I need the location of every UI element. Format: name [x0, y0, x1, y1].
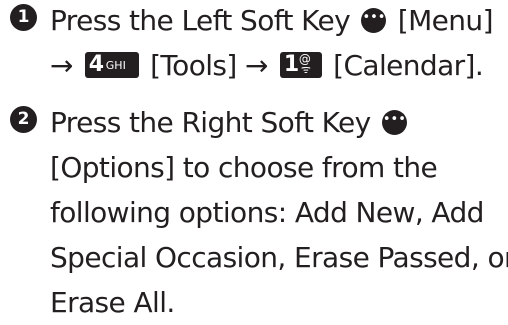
step-1-text: Press the Left Soft Key ••• [Menu] → 4 G…: [50, 0, 506, 88]
step-2-line-5: Erase All.: [50, 286, 175, 319]
step-number-1: 1: [10, 4, 37, 31]
step-2-line-2: [Options] to choose from the: [50, 151, 438, 184]
instruction-page: 1 Press the Left Soft Key ••• [Menu] → 4…: [0, 0, 508, 319]
arrow-icon: →: [245, 49, 269, 82]
step-2-line-3: following options: Add New, Add: [50, 196, 484, 229]
step-2-text: Press the Right Soft Key ••• [Options] t…: [50, 100, 508, 325]
step-2-line-1: Press the Right Soft Key •••: [50, 100, 506, 145]
step-1-press-left-soft-key: Press the Left Soft Key: [50, 4, 351, 37]
step-1-line-2: → 4 GHI [Tools] → 1 @ ᯤ [Calendar].: [50, 43, 506, 88]
menu-label: [Menu]: [397, 4, 494, 37]
tools-label: [Tools]: [150, 49, 237, 82]
left-soft-key-icon: •••: [361, 8, 387, 33]
key-1-voicemail-icon: 1 @ ᯤ: [279, 52, 322, 78]
calendar-label: [Calendar].: [333, 49, 484, 82]
step-1-line-1: Press the Left Soft Key ••• [Menu]: [50, 0, 506, 43]
key-4-ghi-icon: 4 GHI: [84, 52, 139, 78]
step-2-press-right-soft-key: Press the Right Soft Key: [50, 106, 371, 139]
step-2-line-4: Special Occasion, Erase Passed, or: [50, 241, 508, 274]
right-soft-key-icon: •••: [381, 110, 407, 135]
step-number-2: 2: [10, 106, 37, 133]
arrow-icon: →: [50, 49, 74, 82]
